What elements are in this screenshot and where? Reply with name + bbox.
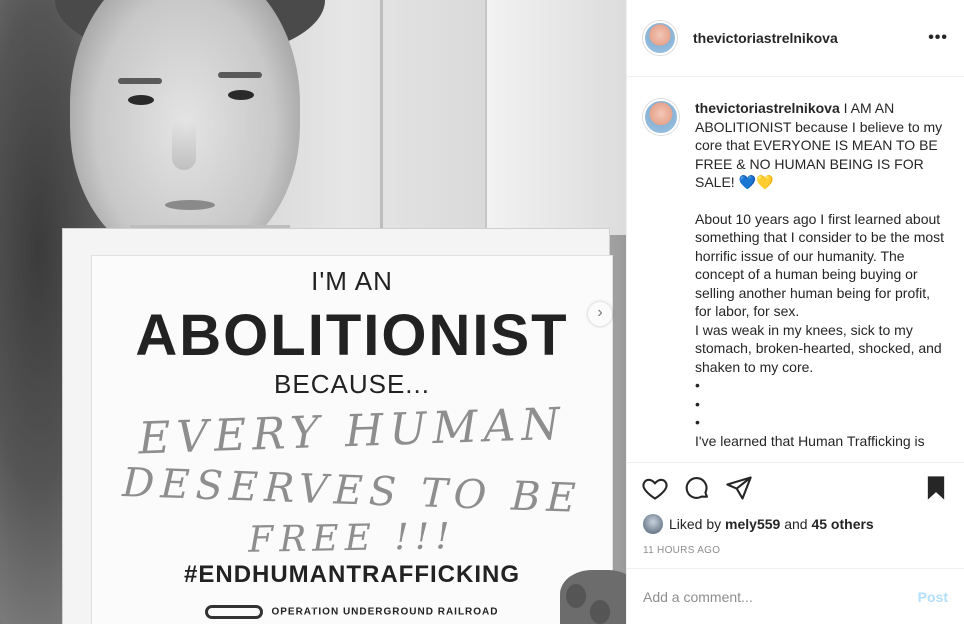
caption-username[interactable]: thevictoriastrelnikova bbox=[695, 100, 840, 116]
handwriting-line-3: FREE !!! bbox=[247, 516, 457, 561]
next-image-button[interactable]: › bbox=[588, 302, 612, 326]
chevron-right-icon: › bbox=[597, 304, 603, 321]
comment-icon[interactable] bbox=[683, 474, 711, 502]
our-logo-icon bbox=[205, 605, 264, 619]
handwriting-line-1: EVERY HUMAN bbox=[137, 398, 567, 465]
background-line bbox=[380, 0, 383, 230]
blue-heart-icon: 💙 bbox=[738, 174, 757, 190]
likes-others-link[interactable]: 45 others bbox=[811, 516, 873, 532]
sign-hashtag: #ENDHUMANTRAFFICKING bbox=[184, 561, 520, 588]
sign: I'M AN ABOLITIONIST BECAUSE... EVERY HUM… bbox=[92, 256, 612, 624]
comment-form: Post bbox=[627, 568, 964, 624]
handwriting-line-2: DESERVES TO BE bbox=[121, 459, 583, 523]
avatar[interactable] bbox=[643, 99, 679, 135]
carousel-dot bbox=[300, 603, 306, 609]
likes-prefix: Liked by bbox=[669, 516, 722, 532]
right-eye bbox=[228, 90, 254, 100]
sign-line-2: ABOLITIONIST bbox=[135, 303, 569, 368]
yellow-heart-icon: 💛 bbox=[756, 174, 774, 190]
sign-footer: OPERATION UNDERGROUND RAILROAD bbox=[92, 605, 612, 619]
fingernail bbox=[566, 584, 586, 608]
post-image[interactable]: I'M AN ABOLITIONIST BECAUSE... EVERY HUM… bbox=[0, 0, 626, 624]
caption-bullet: • bbox=[695, 395, 700, 412]
timestamp[interactable]: 11 HOURS AGO bbox=[627, 536, 964, 564]
caption-text: thevictoriastrelnikova I AM AN ABOLITION… bbox=[695, 99, 948, 462]
username-link[interactable]: thevictoriastrelnikova bbox=[693, 30, 838, 46]
caption-paragraph: I was weak in my knees, sick to my stoma… bbox=[695, 321, 942, 375]
caption-bullet: • bbox=[695, 377, 700, 393]
post-modal: I'M AN ABOLITIONIST BECAUSE... EVERY HUM… bbox=[0, 0, 964, 624]
caption-paragraph: I've learned that Human Trafficking is bbox=[695, 432, 925, 449]
likes-middle: and bbox=[784, 516, 808, 532]
right-eyebrow bbox=[218, 72, 262, 78]
sign-line-1: I'M AN bbox=[311, 266, 393, 296]
carousel-dot bbox=[320, 603, 326, 609]
sign-line-3: BECAUSE... bbox=[274, 369, 430, 399]
background-door bbox=[485, 0, 626, 235]
likes-row: Liked by mely559 and 45 others bbox=[627, 512, 964, 536]
fingernail bbox=[590, 600, 610, 624]
caption-bullet: • bbox=[695, 414, 700, 430]
nose bbox=[172, 120, 196, 170]
post-sidebar: thevictoriastrelnikova ••• thevictoriast… bbox=[626, 0, 964, 624]
comment-input[interactable] bbox=[643, 588, 918, 605]
action-bar bbox=[627, 462, 964, 512]
share-icon[interactable] bbox=[725, 474, 753, 502]
caption-paragraph: About 10 years ago I first learned about… bbox=[695, 210, 945, 320]
carousel-dot bbox=[310, 603, 316, 609]
liker-avatar[interactable] bbox=[643, 514, 663, 534]
caption-area[interactable]: thevictoriastrelnikova I AM AN ABOLITION… bbox=[627, 77, 964, 462]
avatar[interactable] bbox=[643, 21, 677, 55]
post-header: thevictoriastrelnikova ••• bbox=[627, 0, 964, 77]
heart-icon[interactable] bbox=[641, 474, 669, 502]
left-eyebrow bbox=[118, 78, 162, 84]
liker-username[interactable]: mely559 bbox=[725, 516, 780, 532]
mouth bbox=[165, 200, 215, 210]
carousel-indicator bbox=[300, 603, 326, 609]
bookmark-icon[interactable] bbox=[922, 474, 950, 502]
post-comment-button[interactable]: Post bbox=[918, 589, 948, 605]
more-options-icon[interactable]: ••• bbox=[928, 29, 948, 47]
left-eye bbox=[128, 95, 154, 105]
